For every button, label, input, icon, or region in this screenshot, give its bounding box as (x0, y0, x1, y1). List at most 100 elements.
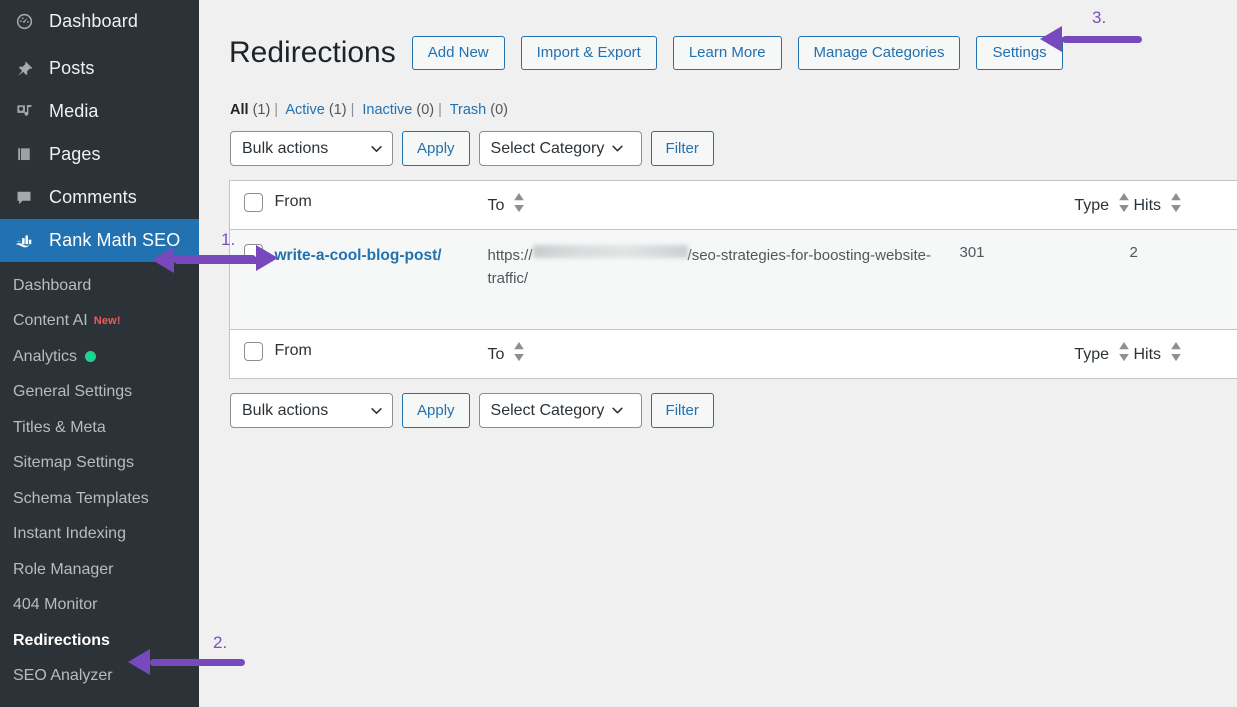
filter-link-active[interactable]: Active (285, 102, 325, 118)
sidebar-subitem-label: Sitemap Settings (13, 454, 134, 472)
apply-button-top[interactable]: Apply (402, 131, 470, 167)
apply-button-bottom[interactable]: Apply (402, 393, 470, 429)
filter-button-top[interactable]: Filter (650, 131, 714, 167)
sidebar-subitem-label: General Settings (13, 383, 133, 401)
sidebar-subitem-label: Redirections (13, 631, 110, 649)
import-export-button[interactable]: Import & Export (520, 36, 657, 71)
annotation-label-1: 1. (221, 230, 236, 249)
pages-icon (11, 144, 37, 166)
filter-count-inactive: (0) (416, 102, 435, 119)
select-all-header[interactable] (229, 180, 275, 231)
sidebar-subitem-schema-templates[interactable]: Schema Templates (0, 481, 199, 517)
sidebar-subitem-instant-indexing[interactable]: Instant Indexing (0, 517, 199, 553)
page-title: Redirections (229, 36, 396, 70)
sidebar-item-rank-math-seo[interactable]: Rank Math SEO (0, 219, 199, 262)
sort-indicator-icon (514, 342, 524, 362)
table-footer-row: From To Type Hits (229, 329, 1237, 379)
redirections-table: From To Type Hits write-a-cool-blog-post… (229, 180, 1237, 380)
column-footer-to[interactable]: To (487, 329, 940, 379)
sidebar-item-label: Posts (49, 58, 95, 78)
sidebar-subitem-dashboard[interactable]: Dashboard (0, 268, 199, 304)
manage-categories-button[interactable]: Manage Categories (797, 36, 961, 71)
column-header-type[interactable]: Type (939, 180, 1130, 231)
sidebar-item-media[interactable]: Media (0, 90, 199, 133)
bulk-actions-select-bottom[interactable]: Bulk actions (230, 393, 393, 429)
rank-math-submenu: Dashboard Content AI New! Analytics Gene… (0, 262, 199, 694)
chevron-down-icon (371, 145, 382, 152)
row-checkbox[interactable] (244, 244, 263, 264)
cell-type: 301 (939, 229, 1130, 330)
sidebar-subitem-label: Dashboard (13, 276, 92, 294)
row-select-cell[interactable] (229, 229, 275, 330)
sidebar-subitem-label: SEO Analyzer (13, 667, 113, 685)
chevron-down-icon (371, 407, 382, 414)
sidebar-subitem-sitemap-settings[interactable]: Sitemap Settings (0, 446, 199, 482)
category-value: Select Category (490, 401, 605, 419)
column-label-hits: Hits (1133, 197, 1162, 215)
screen: Dashboard Posts Media Pages Comments Ran… (0, 0, 1237, 707)
column-header-to[interactable]: To (487, 180, 940, 231)
select-all-checkbox[interactable] (244, 193, 263, 213)
learn-more-button[interactable]: Learn More (672, 36, 782, 71)
column-footer-from: From (274, 329, 488, 379)
sidebar-subitem-role-manager[interactable]: Role Manager (0, 552, 199, 588)
bulk-actions-select-top[interactable]: Bulk actions (230, 131, 393, 167)
sidebar-subitem-content-ai[interactable]: Content AI New! (0, 304, 199, 340)
sidebar-subitem-label: 404 Monitor (13, 596, 98, 614)
pin-icon (11, 58, 37, 80)
category-select-bottom[interactable]: Select Category (478, 393, 642, 429)
tablenav-bottom: Bulk actions Apply Select Category Filte… (199, 393, 1237, 429)
cell-hits: 2 (1129, 229, 1237, 330)
sidebar-subitem-analytics[interactable]: Analytics (0, 339, 199, 375)
sidebar-subitem-label: Instant Indexing (13, 525, 126, 543)
table-row[interactable]: write-a-cool-blog-post/ https:// /seo-st… (229, 229, 1237, 330)
sidebar-subitem-label: Titles & Meta (13, 418, 106, 436)
sidebar-subitem-seo-analyzer[interactable]: SEO Analyzer (0, 659, 199, 695)
admin-sidebar: Dashboard Posts Media Pages Comments Ran… (0, 0, 199, 707)
filter-link-all[interactable]: All (230, 102, 249, 118)
dashboard-gauge-icon (11, 11, 37, 33)
sidebar-subitem-titles-meta[interactable]: Titles & Meta (0, 410, 199, 446)
sidebar-item-comments[interactable]: Comments (0, 176, 199, 219)
rank-math-logo-icon (11, 230, 37, 252)
chevron-down-icon (612, 407, 624, 414)
column-header-hits[interactable]: Hits (1129, 180, 1237, 231)
sidebar-subitem-label: Analytics (13, 347, 78, 365)
column-label-hits: Hits (1133, 346, 1162, 364)
table-header-row: From To Type Hits (229, 180, 1237, 231)
sort-indicator-icon (1118, 342, 1129, 362)
column-label-type: Type (1074, 197, 1110, 215)
select-all-checkbox-footer[interactable] (244, 342, 263, 362)
sidebar-item-label: Pages (49, 144, 101, 164)
filter-count-trash: (0) (490, 102, 508, 119)
annotation-label-3: 3. (1092, 8, 1107, 27)
column-footer-type[interactable]: Type (939, 329, 1130, 379)
bulk-actions-value: Bulk actions (242, 401, 329, 419)
add-new-button[interactable]: Add New (411, 36, 505, 71)
filter-button-bottom[interactable]: Filter (650, 393, 714, 429)
tablenav-top: Bulk actions Apply Select Category Filte… (199, 131, 1237, 167)
sidebar-item-dashboard[interactable]: Dashboard (0, 0, 199, 43)
column-label-to: To (487, 197, 505, 215)
sort-indicator-icon (1170, 342, 1181, 362)
sidebar-item-label: Comments (49, 187, 137, 207)
sidebar-subitem-404-monitor[interactable]: 404 Monitor (0, 588, 199, 624)
sidebar-item-posts[interactable]: Posts (0, 47, 199, 90)
cell-to: https:// /seo-strategies-for-boosting-we… (487, 229, 940, 330)
redirect-source-link[interactable]: write-a-cool-blog-post/ (275, 247, 442, 264)
sidebar-subitem-redirections[interactable]: Redirections (0, 623, 199, 659)
column-header-from: From (274, 180, 488, 231)
sidebar-item-label: Dashboard (49, 11, 138, 31)
filter-link-trash[interactable]: Trash (450, 102, 487, 118)
table-head: From To Type Hits (229, 180, 1237, 231)
table-foot: From To Type Hits (229, 329, 1237, 379)
filter-link-inactive[interactable]: Inactive (362, 102, 412, 118)
table-body: write-a-cool-blog-post/ https:// /seo-st… (229, 229, 1237, 330)
category-select-top[interactable]: Select Category (478, 131, 642, 167)
bulk-actions-value: Bulk actions (242, 139, 329, 157)
settings-button[interactable]: Settings (976, 36, 1063, 71)
column-footer-hits[interactable]: Hits (1129, 329, 1237, 379)
sidebar-subitem-general-settings[interactable]: General Settings (0, 375, 199, 411)
sidebar-item-pages[interactable]: Pages (0, 133, 199, 176)
select-all-footer[interactable] (229, 329, 275, 379)
